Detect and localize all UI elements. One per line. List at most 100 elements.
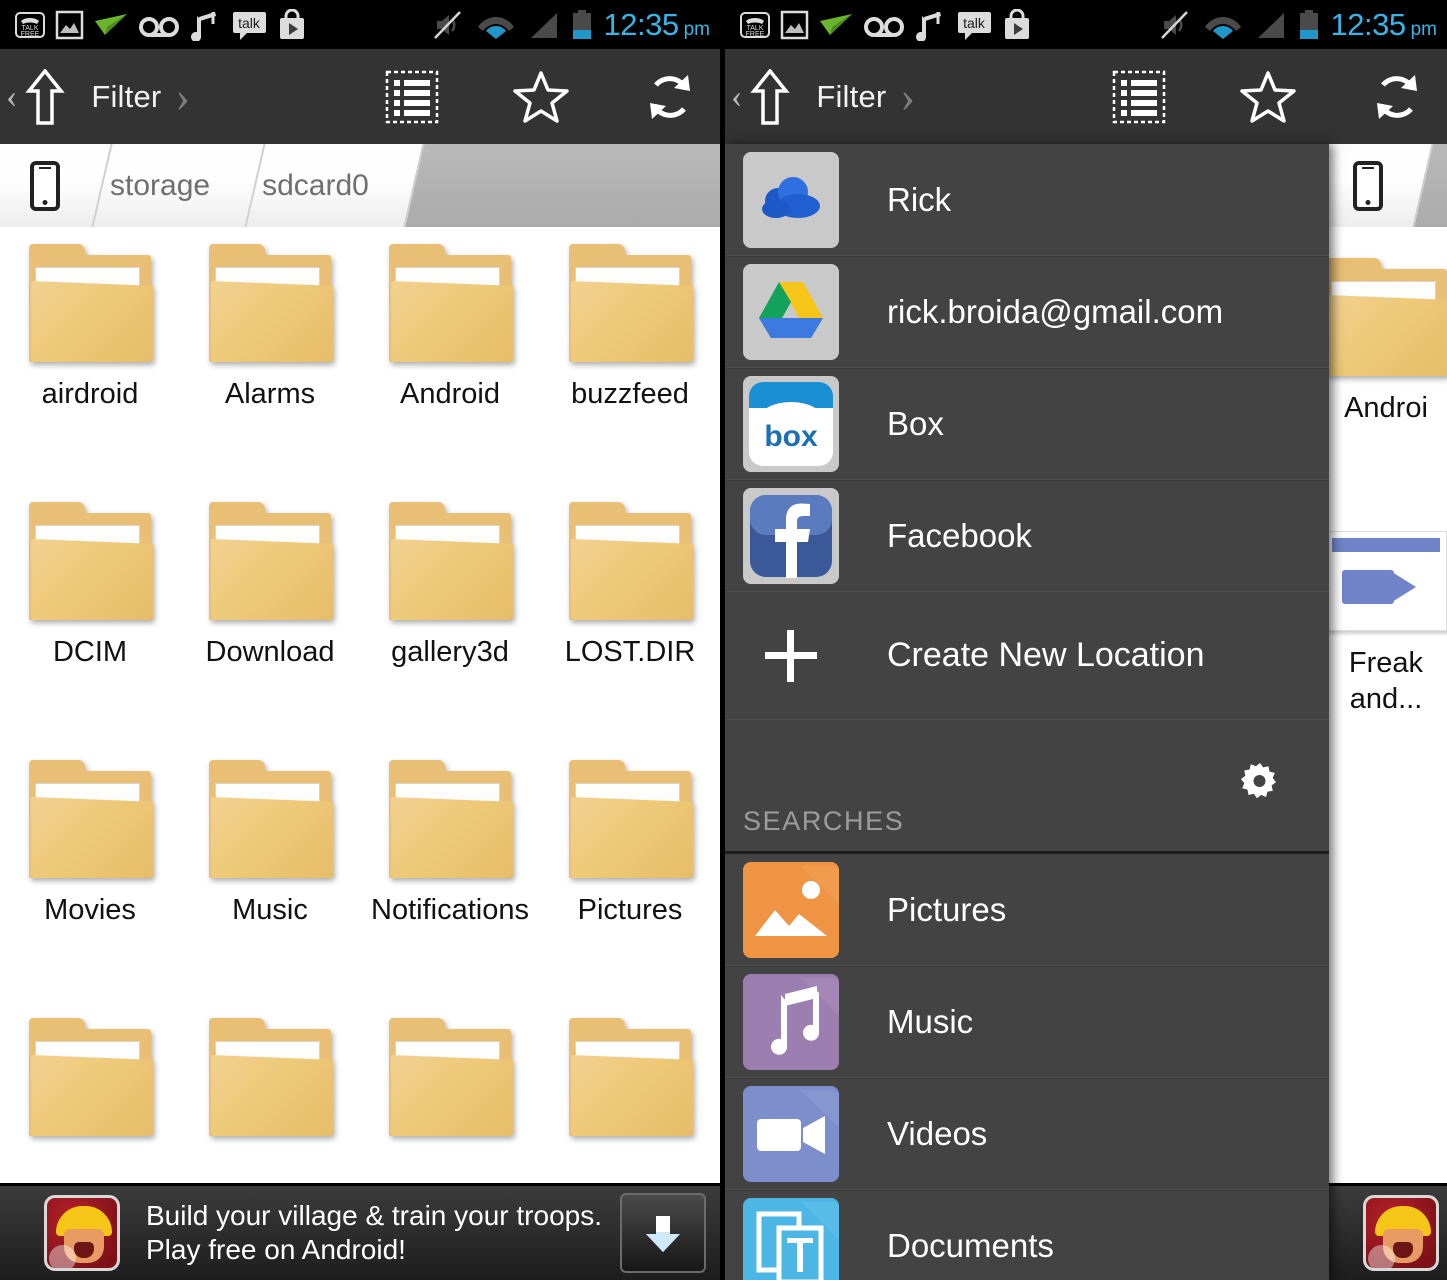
folder-icon: [29, 502, 153, 620]
ad-banner[interactable]: Build your village & train your troops. …: [0, 1183, 720, 1280]
refresh-icon[interactable]: [1369, 69, 1425, 125]
facebook-icon: [743, 488, 839, 584]
drawer-search-music[interactable]: Music: [725, 966, 1329, 1078]
svg-text:box: box: [764, 420, 818, 453]
drawer-item-box[interactable]: box Box: [725, 368, 1329, 480]
breadcrumb-home[interactable]: [1329, 144, 1405, 227]
music-note-icon: [191, 11, 216, 41]
folder-icon: [209, 1018, 333, 1136]
file-grid-item-label: DCIM: [52, 636, 128, 668]
notification-icons: TALK FREE talk: [739, 8, 1032, 41]
file-grid-item-label: Alarms: [224, 378, 316, 410]
clash-of-clans-icon: [1363, 1195, 1439, 1271]
drawer-item-facebook[interactable]: Facebook: [725, 480, 1329, 592]
refresh-icon[interactable]: [642, 69, 698, 125]
drawer-search-videos[interactable]: Videos: [725, 1078, 1329, 1190]
file-grid-item[interactable]: DCIM: [0, 499, 180, 757]
file-grid-item[interactable]: Pictures: [540, 757, 720, 1015]
file-grid-item[interactable]: Notifications: [360, 757, 540, 1015]
system-status-icons: 12:35 pm: [1159, 9, 1437, 41]
music-note-icon: [916, 11, 941, 41]
breadcrumb-label: sdcard0: [262, 168, 369, 202]
filter-label[interactable]: Filter: [91, 79, 161, 115]
voicemail-icon: [139, 16, 179, 37]
peek-breadcrumb: [1329, 144, 1447, 227]
gear-icon[interactable]: [1237, 760, 1283, 811]
folder-icon: [569, 760, 693, 878]
file-grid-item[interactable]: Music: [180, 757, 360, 1015]
mute-icon: [433, 10, 461, 39]
download-arrow-icon: [646, 1216, 680, 1252]
searches-section-header: SEARCHES: [725, 720, 1329, 854]
drawer-item-rick[interactable]: Rick: [725, 144, 1329, 256]
up-navigation-button[interactable]: ‹: [731, 68, 790, 125]
filter-label[interactable]: Filter: [816, 79, 886, 115]
file-grid-item[interactable]: LOST.DIR: [540, 499, 720, 757]
notification-icons: TALK FREE talk: [14, 8, 307, 41]
ad-download-button[interactable]: [620, 1193, 706, 1273]
talkfree-icon: TALK FREE: [15, 11, 45, 38]
file-grid-item[interactable]: Download: [180, 499, 360, 757]
plus-icon: [743, 625, 839, 687]
battery-icon: [572, 9, 591, 39]
file-grid-item[interactable]: Movies: [0, 757, 180, 1015]
file-grid-item-label: gallery3d: [391, 636, 509, 668]
svg-text:talk: talk: [238, 15, 261, 31]
peek-file-browser: Androi Freak and...: [1329, 144, 1447, 1280]
dual-screenshot-container: TALK FREE talk 12:35 pm ‹ Filter › stora…: [0, 0, 1447, 1280]
paper-plane-icon: [820, 13, 852, 35]
file-grid-item[interactable]: Android: [360, 241, 540, 499]
status-bar-clock: 12:35: [603, 6, 680, 42]
peek-item-label: Freak and...: [1329, 645, 1447, 718]
file-grid-item-label: Movies: [44, 894, 136, 926]
peek-grid: Androi Freak and...: [1329, 227, 1447, 771]
file-grid-item[interactable]: gallery3d: [360, 499, 540, 757]
list-view-icon[interactable]: [384, 69, 440, 125]
talk-chat-icon: talk: [958, 11, 991, 40]
music-icon: [743, 974, 839, 1070]
star-favorite-icon[interactable]: [1239, 69, 1297, 125]
ad-line-1: Build your village & train your troops.: [146, 1200, 602, 1232]
folder-icon: [389, 244, 513, 362]
drawer-search-documents[interactable]: Documents: [725, 1190, 1329, 1280]
signal-icon: [530, 12, 557, 38]
ad-line-2: Play free on Android!: [146, 1234, 406, 1265]
list-item[interactable]: Freak and...: [1329, 513, 1447, 771]
star-favorite-icon[interactable]: [512, 69, 570, 125]
up-arrow-icon: [750, 68, 790, 125]
voicemail-icon: [864, 16, 904, 37]
folder-icon: [209, 244, 333, 362]
list-item[interactable]: Androi: [1329, 255, 1447, 513]
folder-icon: [29, 760, 153, 878]
videos-icon: [743, 1086, 839, 1182]
up-navigation-button[interactable]: ‹: [6, 68, 65, 125]
peek-label-line: Freak: [1348, 647, 1424, 679]
forward-chevron-icon[interactable]: ›: [175, 74, 190, 119]
svg-text:FREE: FREE: [746, 31, 765, 38]
peek-ad-banner[interactable]: [1329, 1183, 1447, 1280]
drawer-item-google-drive[interactable]: rick.broida@gmail.com: [725, 256, 1329, 368]
forward-chevron-icon[interactable]: ›: [900, 74, 915, 119]
file-grid-item[interactable]: Alarms: [180, 241, 360, 499]
drawer-search-pictures[interactable]: Pictures: [725, 854, 1329, 966]
documents-icon: [743, 1198, 839, 1280]
left-phone-screen: TALK FREE talk 12:35 pm ‹ Filter › stora…: [0, 0, 720, 1280]
drawer-create-new-location[interactable]: Create New Location: [725, 592, 1329, 720]
drawer-item-label: Pictures: [887, 890, 1007, 928]
file-grid-item[interactable]: airdroid: [0, 241, 180, 499]
folder-icon: [389, 760, 513, 878]
video-thumbnail-icon: [1329, 531, 1447, 631]
status-bar-meridiem: pm: [683, 18, 710, 40]
system-status-icons: 12:35 pm: [432, 9, 710, 41]
mute-icon: [1160, 10, 1188, 39]
file-grid-item-label: Download: [205, 636, 335, 668]
paper-plane-icon: [95, 13, 127, 35]
file-grid-item[interactable]: buzzfeed: [540, 241, 720, 499]
folder-icon: [209, 760, 333, 878]
talk-chat-icon: talk: [233, 11, 266, 40]
status-bar-clock: 12:35: [1330, 6, 1407, 42]
list-view-icon[interactable]: [1111, 69, 1167, 125]
action-bar-buttons: [1111, 69, 1425, 125]
onedrive-skydrive-icon: [743, 151, 839, 248]
breadcrumb-home[interactable]: [0, 144, 84, 227]
